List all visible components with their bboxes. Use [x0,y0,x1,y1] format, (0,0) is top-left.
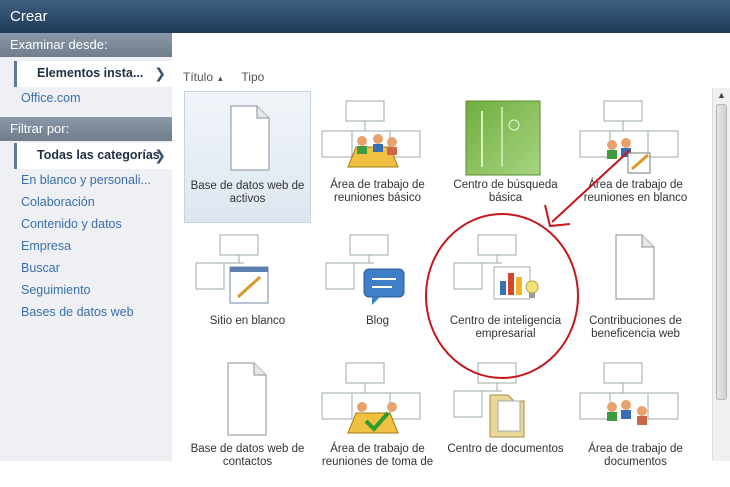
tile-label: Área de trabajo de documentos [588,443,683,468]
tile-decision-meeting[interactable]: Área de trabajo de reuniones de toma de [314,355,441,487]
tile-document-workspace[interactable]: Área de trabajo de documentos [572,355,699,487]
filter-item-blank[interactable]: En blanco y personali... [0,169,172,191]
meeting-workspace-icon [321,100,421,168]
chevron-right-icon: ❯ [154,65,166,81]
tile-label: Área de trabajo de reuniones de toma de [321,443,434,468]
tile-label: Centro de inteligencia empresarial [449,315,562,340]
tile-search-center[interactable]: Centro de búsqueda básica [442,91,569,223]
vertical-scrollbar[interactable]: ▲ [712,88,730,461]
tile-label: Base de datos web de contactos [190,443,305,468]
decision-meeting-icon [321,362,421,434]
tile-blank-site[interactable]: Sitio en blanco [184,227,311,359]
tile-label: Centro de búsqueda básica [453,179,558,204]
tile-label: Base de datos web de activos [190,180,305,205]
blog-icon [325,234,405,305]
document-icon [227,362,267,436]
document-center-icon [453,362,525,438]
sort-header: Título ▲ Tipo [183,70,278,84]
filter-item-all[interactable]: Todas las categorías ❯ [14,143,172,169]
document-icon [615,234,655,300]
filter-item-tracking[interactable]: Seguimiento [0,279,172,301]
blank-site-icon [195,234,269,304]
tile-business-intelligence[interactable]: Centro de inteligencia empresarial [442,227,569,359]
tile-document-center[interactable]: Centro de documentos [442,355,569,487]
tile-charity-contributions[interactable]: Contribuciones de beneficencia web [572,227,699,359]
filter-item-enterprise[interactable]: Empresa [0,235,172,257]
tile-label: Contribuciones de beneficencia web [589,315,682,340]
tile-label: Centro de documentos [447,443,564,455]
template-grid: Base de datos web de activos Área de tra… [184,91,704,468]
tile-meeting-blank[interactable]: Área de trabajo de reuniones en blanco [572,91,699,223]
sidebar: Examinar desde: Elementos insta... ❯ Off… [0,33,172,461]
browse-heading: Examinar desde: [0,33,172,57]
tile-label: Área de trabajo de reuniones básico [330,179,425,204]
tile-asset-db[interactable]: Base de datos web de activos [184,91,311,223]
tile-contacts-db[interactable]: Base de datos web de contactos [184,355,311,487]
tile-label: Sitio en blanco [209,315,286,327]
meeting-blank-icon [579,100,679,174]
window-title: Crear [0,0,730,33]
tile-label: Blog [365,315,390,327]
sort-by-type[interactable]: Tipo [241,70,264,84]
sort-by-title[interactable]: Título ▲ [183,70,224,84]
browse-item-office[interactable]: Office.com [0,87,172,109]
browse-item-installed[interactable]: Elementos insta... ❯ [14,61,172,87]
filter-item-search[interactable]: Buscar [0,257,172,279]
search-center-icon [465,100,541,176]
filter-item-content[interactable]: Contenido y datos [0,213,172,235]
document-workspace-icon [579,362,679,425]
filter-item-webdb[interactable]: Bases de datos web [0,301,172,323]
browse-item-label: Elementos insta... [37,66,144,80]
document-icon [230,105,270,171]
template-panel: Título ▲ Tipo Base de datos web de activ… [172,33,730,468]
chevron-right-icon: ❯ [154,147,166,163]
scroll-thumb[interactable] [716,104,727,400]
tile-meeting-basic[interactable]: Área de trabajo de reuniones básico [314,91,441,223]
filter-item-label: Todas las categorías [37,148,160,162]
filter-item-collaboration[interactable]: Colaboración [0,191,172,213]
tile-label: Área de trabajo de reuniones en blanco [583,179,688,204]
scroll-up-icon[interactable]: ▲ [717,90,726,100]
filter-heading: Filtrar por: [0,117,172,141]
sort-up-icon: ▲ [216,74,225,83]
tile-blog[interactable]: Blog [314,227,441,359]
business-intelligence-icon [453,234,539,300]
